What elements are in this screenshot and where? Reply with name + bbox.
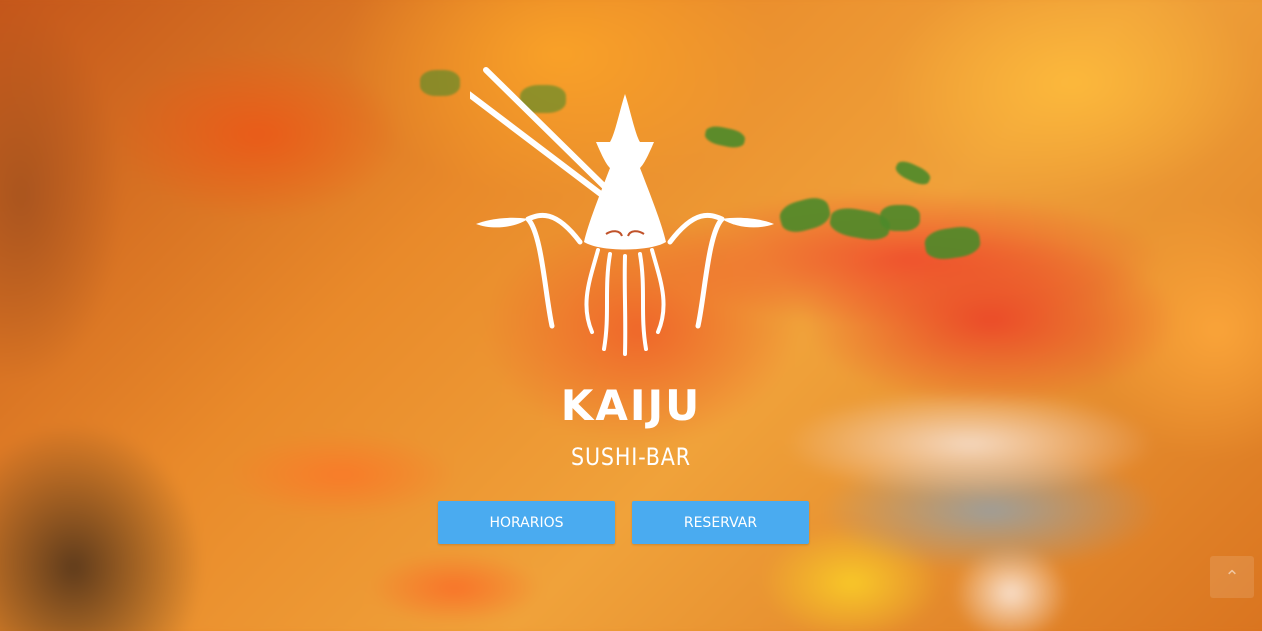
hero-section: KAIJU SUSHI-BAR HORARIOS RESERVAR ⌃	[0, 0, 1262, 631]
brand-name: KAIJU	[560, 381, 702, 430]
brand-subtitle: SUSHI-BAR	[571, 443, 691, 471]
reservar-button[interactable]: RESERVAR	[632, 501, 809, 544]
squid-logo-icon	[470, 67, 774, 356]
chevron-up-icon: ⌃	[1224, 567, 1240, 587]
hero-content: KAIJU SUSHI-BAR HORARIOS RESERVAR ⌃	[0, 0, 1262, 631]
horarios-button[interactable]: HORARIOS	[438, 501, 615, 544]
scroll-to-top-button[interactable]: ⌃	[1210, 556, 1254, 598]
